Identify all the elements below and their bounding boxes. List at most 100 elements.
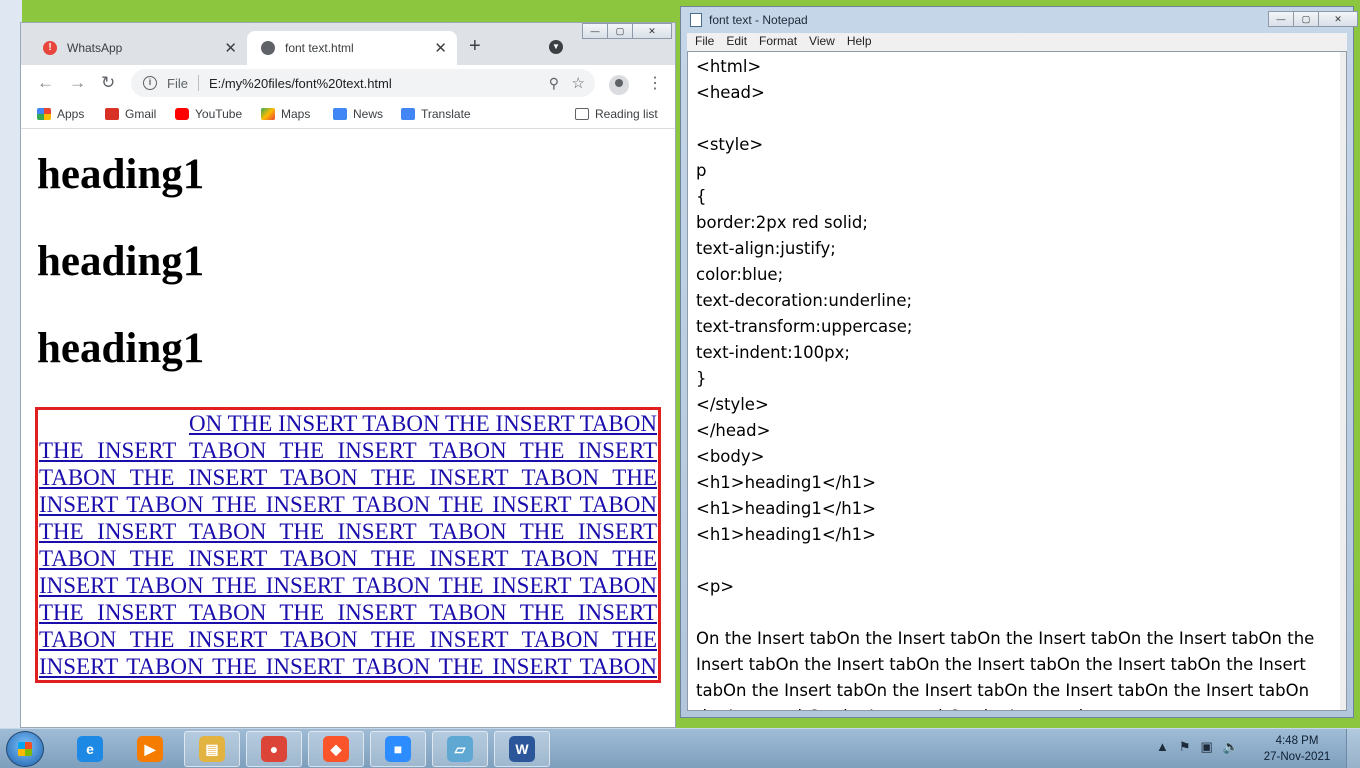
bookmark-apps[interactable]: Apps <box>37 107 84 121</box>
globe-icon <box>261 41 275 55</box>
taskbar-zoom[interactable]: ■ <box>370 731 426 767</box>
page-content: heading1 heading1 heading1 On the Insert… <box>21 130 675 727</box>
minimize-button[interactable]: — <box>582 23 608 39</box>
bookmark-youtube[interactable]: YouTube <box>175 107 242 121</box>
volume-icon[interactable]: 🔈 <box>1223 739 1239 755</box>
bookmark-label: Gmail <box>125 107 157 121</box>
whatsapp-alert-icon: ! <box>43 41 57 55</box>
notepad-icon: ▱ <box>447 736 473 762</box>
brave-icon: ◆ <box>323 736 349 762</box>
word-icon: W <box>509 736 535 762</box>
scrollbar[interactable] <box>1340 52 1346 710</box>
bookmark-gmail[interactable]: Gmail <box>105 107 156 121</box>
close-tab-icon[interactable]: ✕ <box>434 39 447 57</box>
styled-paragraph: On the Insert tabOn the Insert tabOn the… <box>35 407 661 683</box>
apps-grid-icon <box>37 108 51 120</box>
taskbar-notepad[interactable]: ▱ <box>432 731 488 767</box>
notepad-editor[interactable]: <html> <head> <style> p { border:2px red… <box>687 51 1347 711</box>
clock[interactable]: 4:48 PM 27-Nov-2021 <box>1262 733 1332 765</box>
reading-list-icon <box>575 108 589 120</box>
chrome-window[interactable]: ! WhatsApp ✕ font text.html ✕ + ▼ — ▢ ✕ … <box>20 22 676 728</box>
youtube-icon <box>175 108 189 120</box>
tab-search-icon[interactable]: ▼ <box>549 40 563 54</box>
tab-whatsapp[interactable]: ! WhatsApp ✕ <box>29 31 247 65</box>
back-arrow-icon[interactable]: ← <box>37 73 54 93</box>
address-bar[interactable]: i File E:/my%20files/font%20text.html ⚲ … <box>131 69 595 97</box>
taskbar-brave[interactable]: ◆ <box>308 731 364 767</box>
bookmark-label: Apps <box>57 107 85 121</box>
info-icon[interactable]: i <box>143 76 157 90</box>
menu-help[interactable]: Help <box>847 33 872 51</box>
maximize-button[interactable]: ▢ <box>1293 11 1319 27</box>
tab-label: WhatsApp <box>67 41 123 55</box>
notepad-icon <box>690 13 702 27</box>
taskbar-chrome[interactable]: ● <box>246 731 302 767</box>
start-button[interactable] <box>6 731 44 767</box>
zoom-icon[interactable]: ⚲ <box>549 75 559 92</box>
taskbar: e ▶ ▤ ● ◆ ■ ▱ W ▲ ⚑ ▣ 🔈 4:48 PM 27-Nov-2021 <box>0 728 1360 768</box>
zoom-icon: ■ <box>385 736 411 762</box>
internet-explorer-icon: e <box>77 736 103 762</box>
chrome-menu-icon[interactable]: ⋮ <box>647 73 663 93</box>
taskbar-word[interactable]: W <box>494 731 550 767</box>
notepad-text[interactable]: <html> <head> <style> p { border:2px red… <box>696 54 1336 710</box>
tab-strip: ! WhatsApp ✕ font text.html ✕ + ▼ — ▢ ✕ <box>21 23 675 65</box>
news-icon <box>333 108 347 120</box>
bookmark-maps[interactable]: Maps <box>261 107 310 121</box>
clock-date: 27-Nov-2021 <box>1263 751 1331 763</box>
reload-icon[interactable]: ↻ <box>101 73 115 93</box>
notepad-menubar: File Edit Format View Help <box>687 33 1347 51</box>
window-controls: — ▢ ✕ <box>582 23 672 39</box>
notepad-window[interactable]: font text - Notepad — ▢ ✕ File Edit Form… <box>680 6 1358 718</box>
close-tab-icon[interactable]: ✕ <box>224 39 237 57</box>
reading-list-label: Reading list <box>595 107 658 121</box>
browser-toolbar: ← → ↻ i File E:/my%20files/font%20text.h… <box>21 65 675 101</box>
heading-2: heading1 <box>37 238 205 285</box>
show-hidden-icons-icon[interactable]: ▲ <box>1156 739 1169 755</box>
system-tray: ▲ ⚑ ▣ 🔈 <box>1156 739 1239 755</box>
taskbar-media-player[interactable]: ▶ <box>122 731 178 767</box>
maps-icon <box>261 108 275 120</box>
taskbar-internet-explorer[interactable]: e <box>62 731 118 767</box>
window-title: font text - Notepad <box>709 13 808 27</box>
menu-edit[interactable]: Edit <box>726 33 747 51</box>
reading-list-button[interactable]: Reading list <box>575 107 658 121</box>
media-player-icon: ▶ <box>137 736 163 762</box>
notepad-window-controls: — ▢ ✕ <box>1268 11 1358 27</box>
clock-time: 4:48 PM <box>1275 735 1319 747</box>
action-center-flag-icon[interactable]: ⚑ <box>1179 739 1191 755</box>
profile-avatar[interactable] <box>609 75 629 95</box>
maximize-button[interactable]: ▢ <box>607 23 633 39</box>
menu-view[interactable]: View <box>809 33 835 51</box>
forward-arrow-icon[interactable]: → <box>69 73 86 93</box>
bookmark-translate[interactable]: Translate <box>401 107 471 121</box>
heading-3: heading1 <box>37 325 205 372</box>
bookmark-news[interactable]: News <box>333 107 383 121</box>
bookmark-label: Maps <box>281 107 311 121</box>
bookmark-label: Translate <box>421 107 471 121</box>
close-window-button[interactable]: ✕ <box>632 23 672 39</box>
bookmark-label: News <box>353 107 384 121</box>
bookmark-label: YouTube <box>195 107 243 121</box>
close-window-button[interactable]: ✕ <box>1318 11 1358 27</box>
network-icon[interactable]: ▣ <box>1201 739 1213 755</box>
heading-1: heading1 <box>37 151 205 198</box>
show-desktop-button[interactable] <box>1346 729 1360 768</box>
bookmarks-bar: Apps Gmail YouTube Maps News Translate R… <box>21 101 675 129</box>
scheme-label: File <box>167 75 188 91</box>
file-explorer-icon: ▤ <box>199 736 225 762</box>
taskbar-file-explorer[interactable]: ▤ <box>184 731 240 767</box>
minimize-button[interactable]: — <box>1268 11 1294 27</box>
tab-label: font text.html <box>285 41 354 55</box>
background-window-edge <box>0 0 22 728</box>
menu-format[interactable]: Format <box>759 33 797 51</box>
bookmark-star-icon[interactable]: ☆ <box>572 74 585 92</box>
divider <box>197 75 199 91</box>
tab-font-text[interactable]: font text.html ✕ <box>247 31 457 65</box>
url-text[interactable]: E:/my%20files/font%20text.html <box>209 76 392 91</box>
gmail-icon <box>105 108 119 120</box>
menu-file[interactable]: File <box>695 33 714 51</box>
new-tab-button[interactable]: + <box>469 35 481 58</box>
translate-icon <box>401 108 415 120</box>
chrome-icon: ● <box>261 736 287 762</box>
